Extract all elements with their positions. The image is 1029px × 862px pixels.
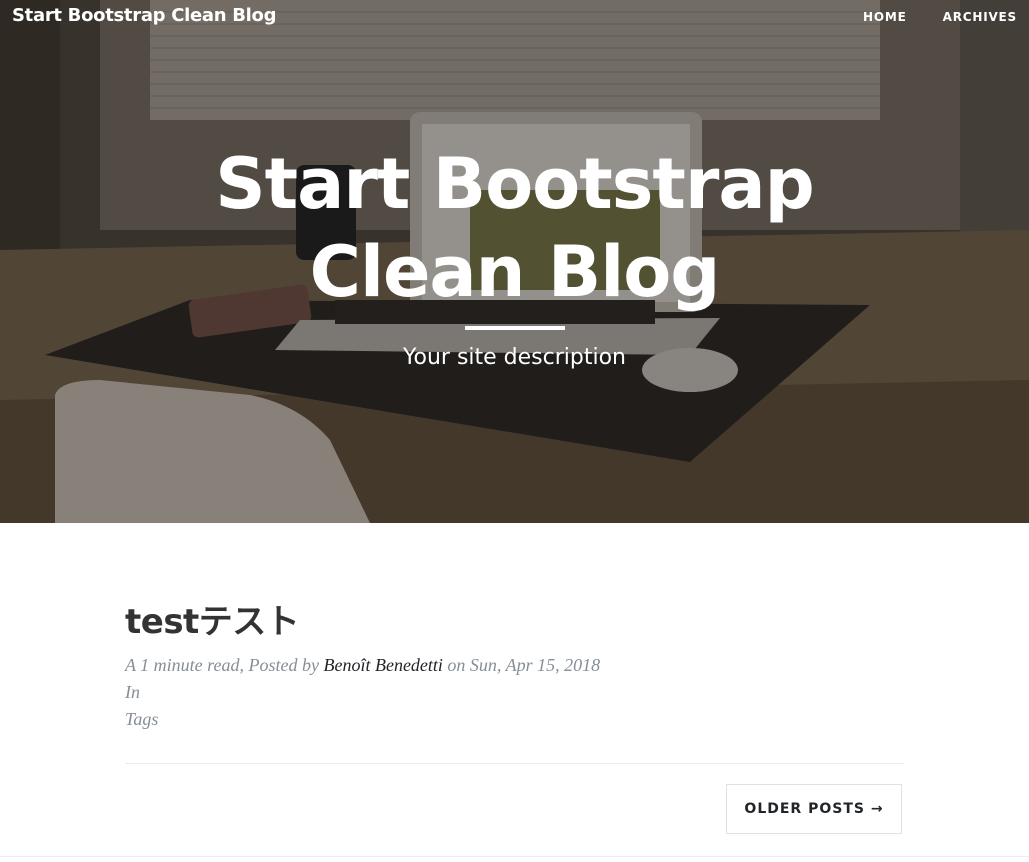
post-date: on Sun, Apr 15, 2018 [442, 655, 601, 675]
post-meta-prefix: A 1 minute read, Posted by [125, 655, 324, 675]
site-title: Start Bootstrap Clean Blog [215, 143, 814, 313]
masthead: Start Bootstrap Clean Blog HOME ARCHIVES… [0, 0, 1029, 523]
site-description: Your site description [402, 345, 626, 370]
main-nav: Start Bootstrap Clean Blog HOME ARCHIVES [0, 0, 1029, 36]
footer-divider [0, 856, 1029, 857]
older-posts-button[interactable]: OLDER POSTS → [726, 784, 902, 834]
post-author-link[interactable]: Benoît Benedetti [323, 655, 442, 675]
nav-link-home[interactable]: HOME [863, 10, 907, 24]
site-heading: Start Bootstrap Clean Blog Your site des… [0, 140, 1029, 372]
post-tags-label: Tags [125, 709, 159, 729]
heading-divider [464, 326, 565, 330]
post-category-label: In [125, 682, 140, 702]
nav-links: HOME ARCHIVES [863, 10, 1017, 24]
post-meta-line: A 1 minute read, Posted by Benoît Benede… [125, 652, 904, 679]
post-link[interactable]: testテスト [125, 600, 904, 644]
post-divider [125, 763, 904, 764]
nav-link-archives[interactable]: ARCHIVES [943, 10, 1017, 24]
post-title[interactable]: testテスト [125, 600, 904, 644]
post-meta: A 1 minute read, Posted by Benoît Benede… [125, 652, 904, 733]
navbar-brand-link[interactable]: Start Bootstrap Clean Blog [12, 5, 276, 26]
post-preview: testテスト A 1 minute read, Posted by Benoî… [125, 600, 904, 733]
